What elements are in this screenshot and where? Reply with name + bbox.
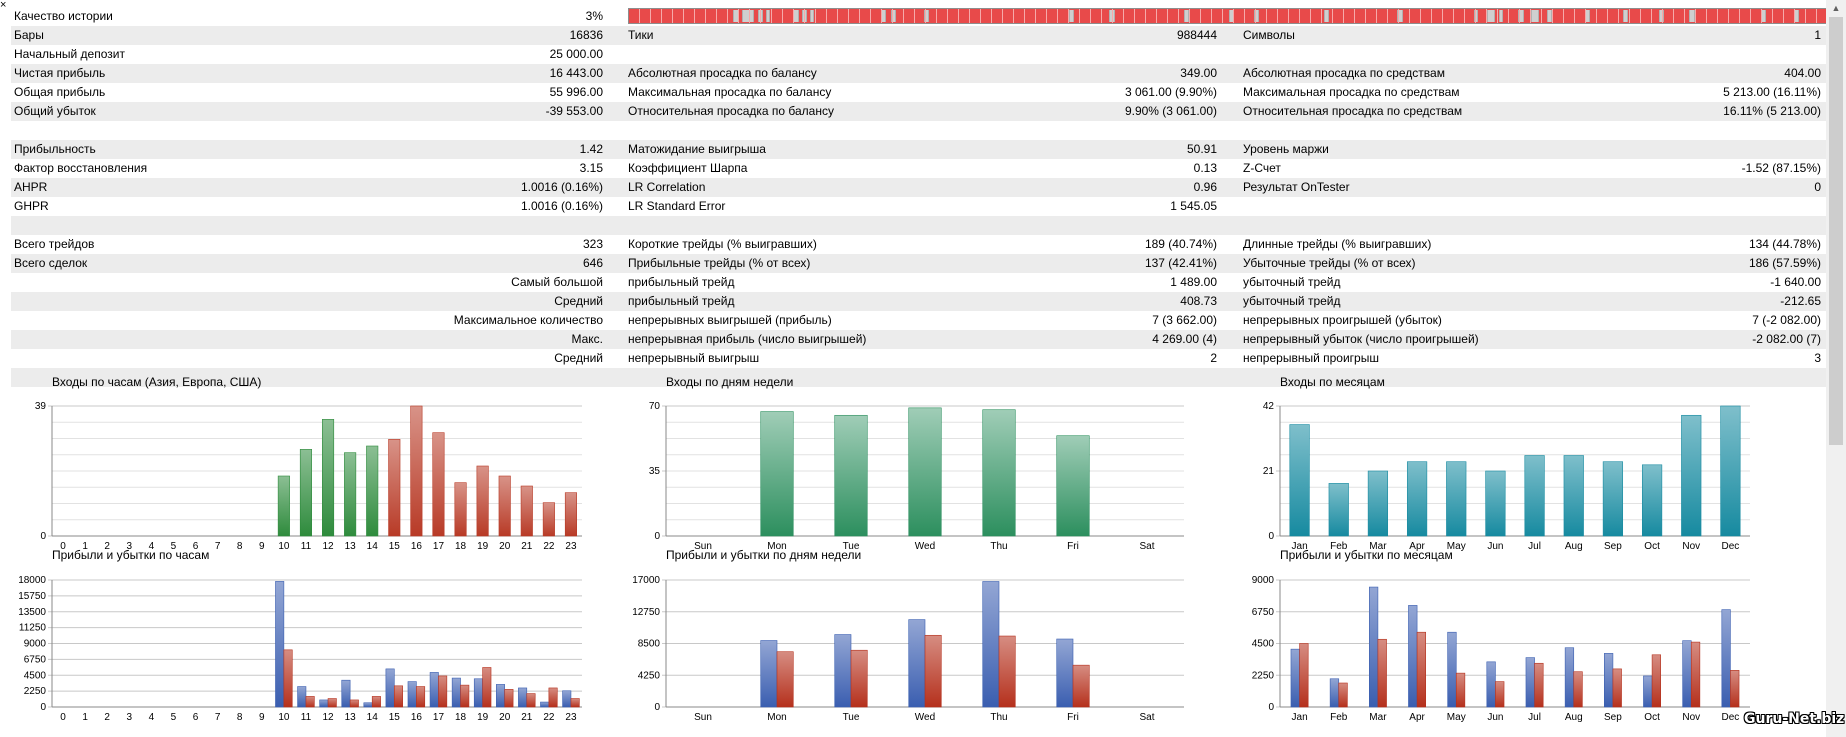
- watermark-logo: Guru-Net.biz: [1744, 711, 1845, 727]
- bar: [1447, 631, 1457, 708]
- x-tick-label: Dec: [1722, 712, 1740, 723]
- x-tick-label: Sep: [1604, 712, 1622, 723]
- bar: [1573, 671, 1583, 708]
- bar: [1564, 647, 1575, 708]
- x-tick-label: May: [1447, 712, 1466, 723]
- bar: [1299, 643, 1309, 708]
- bar: [1604, 653, 1614, 708]
- x-tick-label: Oct: [1644, 712, 1660, 723]
- bar: [1651, 654, 1662, 708]
- charts-area: Входы по часам (Азия, Европа, США) 0 39 0 1 2…: [0, 0, 1826, 737]
- x-tick-label: Nov: [1682, 712, 1700, 723]
- bar: [1377, 638, 1387, 708]
- bar: [1525, 657, 1535, 708]
- bar: [1338, 682, 1348, 708]
- bar: [1690, 641, 1701, 708]
- x-tick-label: Jan: [1292, 712, 1308, 723]
- x-tick-label: Jun: [1487, 712, 1503, 723]
- y-tick-label: 2250: [1252, 670, 1275, 681]
- bar: [1612, 668, 1622, 708]
- bar: [1682, 640, 1692, 708]
- y-tick-label: 4500: [1252, 639, 1275, 650]
- pl-months-svg: 0 2250 4500 6750 9000 Jan Feb Mar Apr May Jun Jul Au…: [1252, 575, 1750, 723]
- bar: [1290, 648, 1300, 708]
- scroll-up-arrow-icon[interactable]: ▲: [1826, 0, 1846, 17]
- bar: [1369, 586, 1379, 708]
- x-tick-label: Apr: [1409, 712, 1425, 723]
- bar: [1416, 631, 1427, 708]
- y-tick-label: 6750: [1252, 607, 1275, 618]
- bar: [1455, 672, 1466, 708]
- bar: [1408, 605, 1418, 708]
- bar: [1730, 670, 1740, 708]
- y-tick-label: 9000: [1252, 575, 1275, 586]
- x-tick-label: Mar: [1369, 712, 1387, 723]
- x-tick-label: Aug: [1565, 712, 1583, 723]
- scroll-thumb[interactable]: [1829, 17, 1843, 445]
- x-tick-label: Feb: [1330, 712, 1348, 723]
- x-tick-label: Jul: [1528, 712, 1541, 723]
- vertical-scrollbar[interactable]: ▲: [1826, 0, 1846, 737]
- bar: [1534, 662, 1544, 708]
- y-tick-label: 0: [1268, 702, 1274, 713]
- bar: [1486, 661, 1496, 708]
- bar: [1721, 609, 1731, 708]
- bar: [1495, 681, 1505, 708]
- bar: [1643, 675, 1653, 708]
- bar: [1329, 678, 1340, 708]
